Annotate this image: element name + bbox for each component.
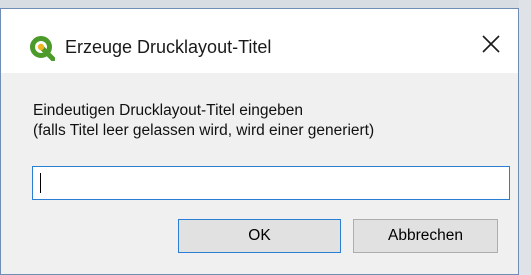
text-caret (40, 173, 41, 193)
close-icon (481, 34, 501, 59)
background-window-edge (0, 0, 531, 8)
background-window-right-edge (519, 0, 531, 275)
cancel-button[interactable]: Abbrechen (353, 219, 498, 253)
dialog-body: Eindeutigen Drucklayout-Titel eingeben (… (1, 73, 518, 274)
qgis-logo-icon (29, 35, 57, 63)
dialog-titlebar[interactable]: Erzeuge Drucklayout-Titel (1, 9, 518, 73)
close-button[interactable] (465, 21, 517, 71)
ok-button[interactable]: OK (178, 219, 341, 253)
prompt-text-line-1: Eindeutigen Drucklayout-Titel eingeben (33, 102, 303, 119)
dialog-title: Erzeuge Drucklayout-Titel (65, 37, 272, 57)
layout-title-dialog: Erzeuge Drucklayout-Titel Eindeutigen Dr… (0, 8, 519, 275)
layout-title-input[interactable] (32, 166, 510, 200)
prompt-text-line-2: (falls Titel leer gelassen wird, wird ei… (33, 122, 375, 139)
